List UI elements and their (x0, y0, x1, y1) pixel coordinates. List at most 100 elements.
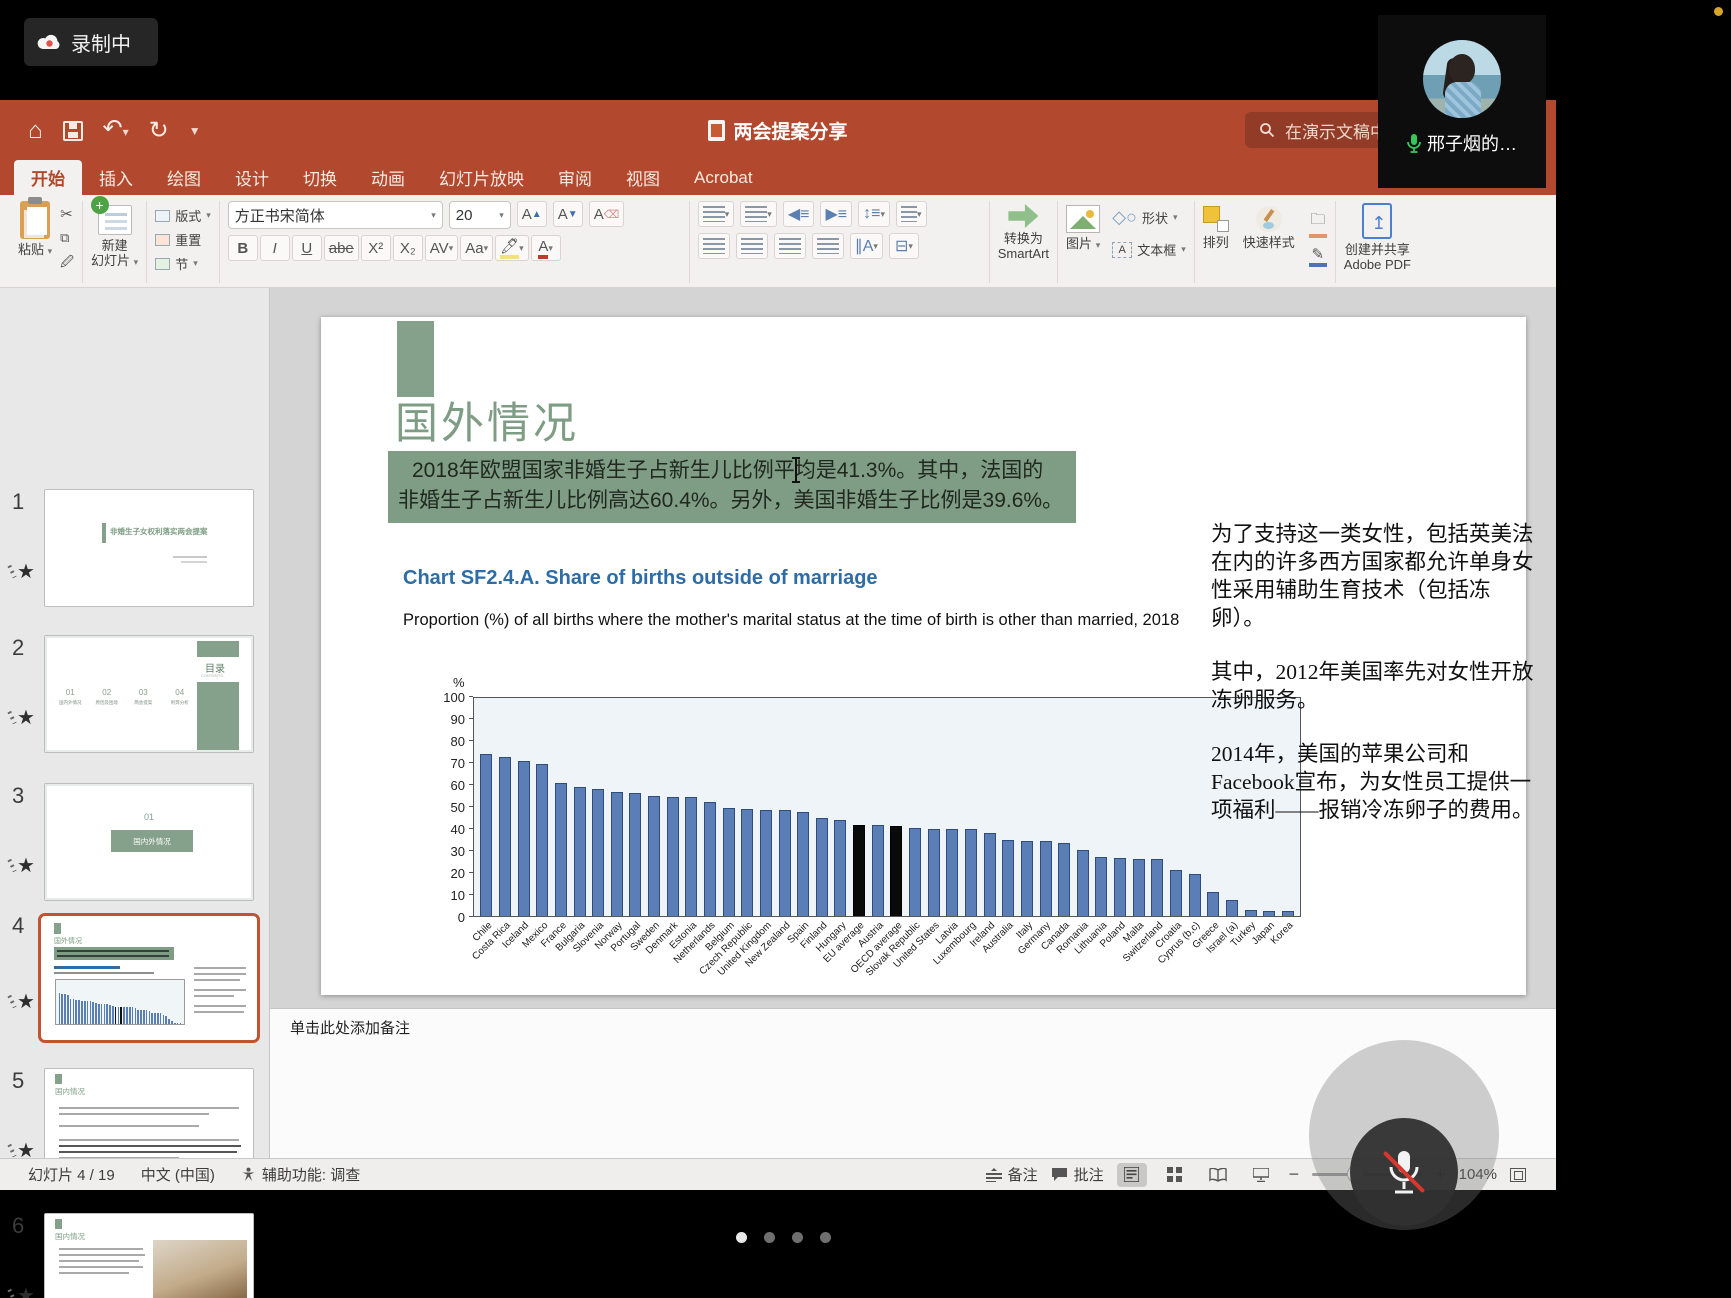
notes-toggle-button[interactable]: 备注 (986, 1164, 1038, 1185)
bar-Australia (1002, 840, 1014, 916)
arrange-button[interactable]: 排列 (1203, 201, 1229, 283)
textbox-button[interactable]: A文本框▾ (1112, 240, 1186, 259)
format-painter-icon[interactable]: 🖉 (60, 253, 74, 275)
justify-button[interactable] (812, 233, 844, 259)
bold-button[interactable]: B (228, 235, 258, 261)
slide-sorter-view-button[interactable] (1160, 1163, 1190, 1187)
tab-开始[interactable]: 开始 (14, 160, 82, 195)
slide-counter[interactable]: 幻灯片 4 / 19 (28, 1164, 115, 1185)
section-button[interactable]: 节▾ (155, 254, 211, 273)
character-spacing-button[interactable]: AV▾ (425, 235, 458, 261)
convert-smartart-button[interactable]: 转换为SmartArt (998, 201, 1049, 261)
titlebar: ⌂ ↶▾ ↻ ▼ 两会提案分享 在演示文稿中搜 (0, 100, 1556, 160)
bar-Mexico (536, 764, 548, 916)
recording-badge[interactable]: 录制中 (24, 18, 158, 66)
pdf-icon (1362, 203, 1392, 239)
paste-button[interactable]: 粘贴 ▾ (18, 201, 52, 283)
bar-Slovak Republic (909, 828, 921, 916)
create-share-pdf-button[interactable]: 创建并共享Adobe PDF (1344, 201, 1411, 272)
italic-button[interactable]: I (260, 235, 290, 261)
font-name-select[interactable]: 方正书宋简体▾ (228, 201, 443, 229)
tab-切换[interactable]: 切换 (286, 160, 354, 195)
paste-label: 粘贴 (18, 242, 44, 257)
y-axis-unit-label: % (453, 675, 465, 690)
layout-button[interactable]: 版式▾ (155, 206, 211, 225)
participant-video-tile[interactable]: 邢子烟的… (1378, 15, 1546, 188)
columns-button[interactable]: ▾ (896, 201, 927, 227)
slide-thumbnail-3[interactable]: 01 国内外情况 (44, 783, 254, 901)
language-status[interactable]: 中文 (中国) (141, 1164, 215, 1185)
shape-fill-icon[interactable]: 🗀 (1309, 209, 1327, 238)
text-direction-button[interactable]: ∥A▾ (850, 233, 883, 259)
copy-icon[interactable]: ⧉ (60, 230, 74, 246)
bar-Finland (816, 818, 828, 916)
toc-item: 01国内外情况 (55, 688, 86, 706)
underline-button[interactable]: U (292, 235, 322, 261)
slide-thumbnail-6[interactable]: 国内情况 (44, 1213, 254, 1298)
align-right-button[interactable] (774, 233, 806, 259)
bullets-button[interactable]: ▾ (698, 201, 735, 227)
highlight-color-button[interactable]: 🖊▾ (495, 235, 529, 261)
bar-Estonia (685, 797, 697, 916)
toc-item-label: 国内外情况 (55, 700, 86, 706)
clear-formatting-button[interactable]: A⌫ (589, 201, 625, 227)
slide-thumbnail-2[interactable]: 目录 CONTENTS 01国内外情况02原因及困境03两会提案04利弊分析 (44, 635, 254, 753)
shrink-font-button[interactable]: A▼ (553, 201, 583, 227)
mini-bar (84, 1001, 86, 1024)
slide-thumbnail-1[interactable]: 非婚生子女权利落实两会提案 (44, 489, 254, 607)
superscript-button[interactable]: X² (361, 235, 391, 261)
tab-插入[interactable]: 插入 (82, 160, 150, 195)
shapes-button[interactable]: ◇○形状▾ (1112, 207, 1186, 228)
tab-绘图[interactable]: 绘图 (150, 160, 218, 195)
fit-slide-to-window-icon[interactable] (1510, 1168, 1526, 1182)
accessibility-status[interactable]: 辅助功能: 调查 (241, 1164, 360, 1185)
cut-icon[interactable]: ✂ (60, 205, 74, 223)
tab-Acrobat[interactable]: Acrobat (677, 160, 770, 195)
change-case-button[interactable]: Aa▾ (460, 235, 493, 261)
numbering-button[interactable]: ▾ (740, 201, 777, 227)
bar-slot: Germany (1036, 698, 1055, 916)
slide-title[interactable]: 国外情况 (395, 389, 579, 451)
slide-side-textbox[interactable]: 为了支持这一类女性，包括英美法在内的许多西方国家都允许单身女性采用辅助生育技术（… (1211, 520, 1536, 850)
comments-toggle-button[interactable]: 批注 (1051, 1164, 1104, 1185)
tab-视图[interactable]: 视图 (609, 160, 677, 195)
shape-outline-icon[interactable]: ✎ (1309, 245, 1327, 267)
align-text-button[interactable]: ⊟▾ (889, 233, 919, 259)
document-icon (708, 120, 725, 141)
increase-indent-button[interactable]: ▶≡ (820, 201, 852, 227)
quick-styles-button[interactable]: 快速样式 (1243, 201, 1295, 283)
line-spacing-button[interactable]: ↕≡▾ (858, 201, 890, 227)
bar-Greece (1207, 892, 1219, 916)
font-size-select[interactable]: 20▾ (449, 201, 511, 229)
paste-icon (20, 201, 50, 239)
grow-font-button[interactable]: A▲ (517, 201, 547, 227)
highlighted-textbox[interactable]: 2018年欧盟国家非婚生子占新生儿比例平均是41.3%。其中，法国的 非婚生子占… (388, 451, 1076, 523)
align-center-button[interactable] (736, 233, 768, 259)
reading-view-button[interactable] (1203, 1163, 1233, 1187)
subscript-button[interactable]: X₂ (393, 235, 423, 261)
picture-button[interactable]: 图片 ▾ (1066, 201, 1100, 283)
corner-indicator (1714, 7, 1723, 16)
slide-thumbnail-4-selected[interactable]: 国外情况 (38, 913, 260, 1043)
tab-动画[interactable]: 动画 (354, 160, 422, 195)
font-color-button[interactable]: A▾ (531, 235, 561, 261)
tab-设计[interactable]: 设计 (218, 160, 286, 195)
participant-avatar (1423, 40, 1501, 118)
strikethrough-button[interactable]: abe (324, 235, 359, 261)
slide-canvas[interactable]: 国外情况 2018年欧盟国家非婚生子占新生儿比例平均是41.3%。其中，法国的 … (321, 317, 1526, 995)
decrease-indent-button[interactable]: ◀≡ (783, 201, 815, 227)
picture-icon (1066, 205, 1100, 233)
align-left-button[interactable] (698, 233, 730, 259)
mic-muted-button[interactable] (1350, 1118, 1458, 1226)
mic-control-overlay[interactable] (1309, 1040, 1499, 1230)
tab-幻灯片放映[interactable]: 幻灯片放映 (422, 160, 541, 195)
zoom-out-button[interactable]: − (1289, 1164, 1300, 1185)
mini-bar (75, 1000, 77, 1024)
new-slide-button[interactable]: 新建幻灯片 ▾ (91, 201, 138, 270)
mini-bar (140, 1010, 142, 1024)
normal-view-button[interactable] (1117, 1163, 1147, 1187)
slideshow-button[interactable] (1246, 1163, 1276, 1187)
normal-view-icon (1124, 1167, 1139, 1182)
tab-审阅[interactable]: 审阅 (541, 160, 609, 195)
reset-button[interactable]: 重置 (155, 230, 211, 249)
